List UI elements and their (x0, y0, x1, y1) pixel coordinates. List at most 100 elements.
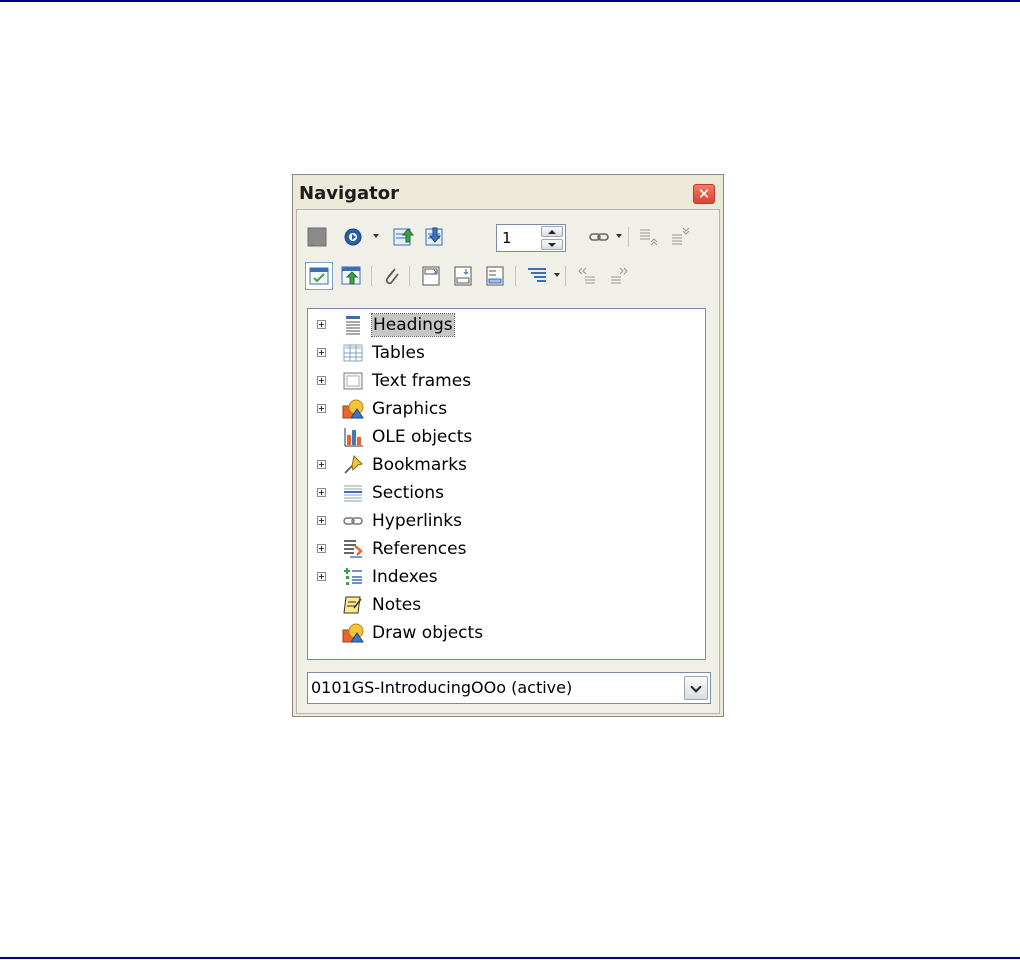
navigation-button[interactable] (339, 223, 367, 251)
toolbar-separator (565, 266, 566, 286)
promote-level-button[interactable] (635, 223, 663, 251)
tree-item-label[interactable]: Tables (372, 342, 425, 364)
document-select-value: 0101GS-IntroducingOOo (active) (311, 678, 573, 697)
tree-item-headings[interactable]: Headings (308, 312, 703, 338)
toolbar-row-2 (303, 260, 713, 292)
spinner-up-button[interactable] (541, 226, 563, 237)
graphics-icon (342, 399, 364, 419)
expand-toggle[interactable] (317, 404, 326, 413)
tree-item-label[interactable]: OLE objects (372, 426, 472, 448)
drag-mode-dropdown-arrow[interactable] (616, 234, 622, 238)
previous-button[interactable] (389, 223, 417, 251)
toggle-icon (307, 227, 327, 247)
document-select-dropdown-button[interactable] (684, 676, 708, 700)
draw-objects-icon (342, 623, 364, 643)
page-bottom-rule (0, 957, 1020, 959)
navigation-dropdown-arrow[interactable] (373, 234, 379, 238)
page-number-value[interactable]: 1 (502, 229, 512, 247)
promote-chapter-icon (578, 267, 595, 284)
tree-item-label[interactable]: Draw objects (372, 622, 483, 644)
navigation-icon (344, 228, 362, 246)
expand-toggle[interactable] (317, 544, 326, 553)
expand-toggle[interactable] (317, 376, 326, 385)
text-frames-icon (343, 372, 363, 390)
tree-item-label[interactable]: Headings (371, 313, 455, 337)
spinner-down-button[interactable] (541, 239, 563, 250)
expand-toggle[interactable] (317, 320, 326, 329)
hyperlink-icon (589, 233, 609, 241)
toolbar-separator (371, 266, 372, 286)
expand-toggle[interactable] (317, 460, 326, 469)
tree-item-label[interactable]: Bookmarks (372, 454, 467, 476)
tree-item-tables[interactable]: Tables (308, 340, 703, 366)
title-bar[interactable]: Navigator ✕ (293, 175, 723, 209)
tree-item-graphics[interactable]: Graphics (308, 396, 703, 422)
tree-item-label[interactable]: References (372, 538, 466, 560)
footer-icon (454, 266, 472, 286)
demote-chapter-icon (611, 267, 628, 284)
hyperlinks-icon (343, 517, 363, 525)
previous-icon (393, 228, 414, 246)
navigator-window: Navigator ✕ 1 Headings Tables Text frame… (292, 174, 724, 717)
anchor-icon (486, 266, 504, 286)
tree-item-draw-objects[interactable]: Draw objects (308, 620, 703, 646)
next-button[interactable] (421, 223, 449, 251)
toolbar-row-1: 1 (303, 221, 713, 253)
tree-item-notes[interactable]: Notes (308, 592, 703, 618)
footer-button[interactable] (449, 262, 477, 290)
page-number-spinner[interactable]: 1 (496, 224, 566, 252)
next-icon (425, 227, 443, 246)
headings-icon (346, 316, 360, 335)
demote-level-icon (672, 227, 690, 245)
header-button[interactable] (417, 262, 445, 290)
sections-icon (344, 485, 362, 502)
reminder-button[interactable] (377, 262, 405, 290)
notes-icon (343, 596, 362, 614)
document-select[interactable]: 0101GS-IntroducingOOo (active) (307, 672, 711, 704)
promote-chapter-button[interactable] (573, 262, 601, 290)
toolbar-separator (409, 266, 410, 286)
header-icon (422, 266, 440, 286)
tree-item-ole-objects[interactable]: OLE objects (308, 424, 703, 450)
tree-item-label[interactable]: Sections (372, 482, 444, 504)
ole-objects-icon (344, 428, 363, 447)
tree-item-label[interactable]: Indexes (372, 566, 438, 588)
toolbar-separator (515, 266, 516, 286)
toggle-button[interactable] (303, 223, 331, 251)
tree-item-label[interactable]: Notes (372, 594, 421, 616)
heading-levels-dropdown-arrow[interactable] (554, 273, 560, 277)
tree-item-hyperlinks[interactable]: Hyperlinks (308, 508, 703, 534)
indexes-icon (344, 568, 362, 585)
demote-chapter-button[interactable] (605, 262, 633, 290)
content-view-icon (341, 266, 361, 285)
toolbar-separator (628, 227, 629, 247)
references-icon (344, 540, 363, 558)
tree-item-label[interactable]: Graphics (372, 398, 447, 420)
tree-item-label[interactable]: Hyperlinks (372, 510, 462, 532)
content-view-button[interactable] (337, 262, 365, 290)
tree-item-references[interactable]: References (308, 536, 703, 562)
reminder-icon (385, 268, 399, 285)
tree-item-text-frames[interactable]: Text frames (308, 368, 703, 394)
demote-level-button[interactable] (667, 223, 695, 251)
list-box-icon (309, 267, 329, 285)
close-button[interactable]: ✕ (693, 184, 715, 204)
tree-item-indexes[interactable]: Indexes (308, 564, 703, 590)
expand-toggle[interactable] (317, 488, 326, 497)
tree-item-label[interactable]: Text frames (372, 370, 471, 392)
tree-item-bookmarks[interactable]: Bookmarks (308, 452, 703, 478)
tree-item-sections[interactable]: Sections (308, 480, 703, 506)
tables-icon (343, 344, 363, 362)
expand-toggle[interactable] (317, 348, 326, 357)
expand-toggle[interactable] (317, 572, 326, 581)
list-box-button[interactable] (305, 262, 333, 290)
content-tree[interactable]: Headings Tables Text frames Graphics OLE… (307, 308, 706, 660)
close-icon: ✕ (697, 185, 711, 203)
heading-levels-icon (528, 268, 546, 282)
bookmarks-icon (344, 454, 363, 474)
heading-levels-button[interactable] (523, 262, 551, 290)
expand-toggle[interactable] (317, 516, 326, 525)
hyperlink-drag-button[interactable] (585, 223, 613, 251)
anchor-button[interactable] (481, 262, 509, 290)
window-title: Navigator (299, 183, 399, 204)
